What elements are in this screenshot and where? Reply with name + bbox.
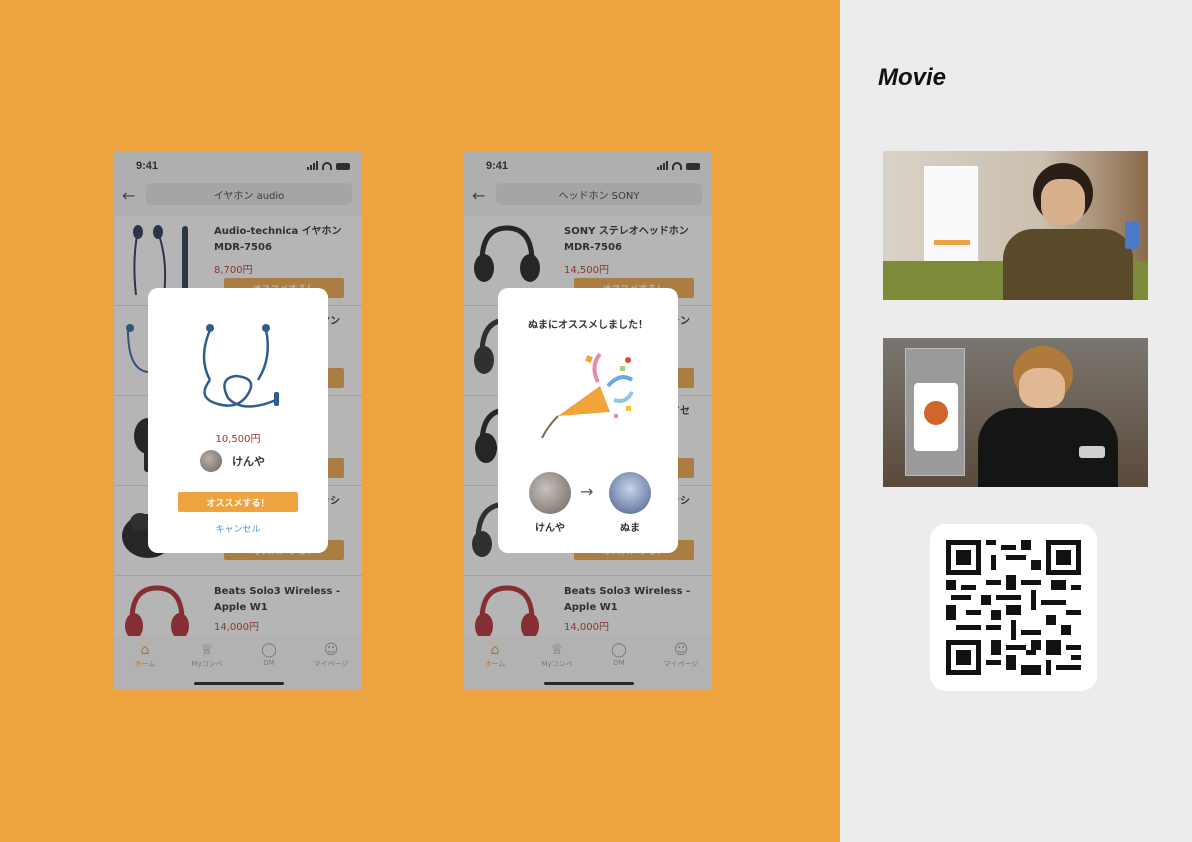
party-popper-icon — [541, 352, 634, 439]
recommend-confirm-button[interactable]: オススメする！ — [178, 492, 298, 512]
phone-screen-recommend-done: 9:41 ← ヘッドホン SONY SONY ステレオヘッドホン MDR-750… — [464, 152, 712, 690]
recommend-modal: 10,500円 けんや オススメする！ キャンセル — [148, 288, 328, 553]
receiver-user: ぬま — [608, 472, 652, 534]
app-screen-preview — [905, 348, 965, 476]
phone-in-hand — [1125, 221, 1139, 249]
sender-name: けんや — [535, 523, 565, 534]
cancel-link[interactable]: キャンセル — [148, 522, 328, 535]
modal-title: ぬまにオススメしました！ — [528, 320, 648, 331]
avatar — [529, 472, 571, 514]
arrow-right-icon: → — [580, 482, 594, 501]
modal-price: 10,500円 — [215, 434, 261, 445]
phone-in-hand — [1079, 446, 1105, 458]
qr-code-icon — [946, 540, 1081, 675]
modal-user: けんや — [200, 450, 265, 472]
person-body — [1003, 229, 1133, 300]
avatar — [200, 450, 222, 472]
qr-code-card[interactable] — [930, 524, 1097, 691]
avatar — [609, 472, 651, 514]
receiver-name: ぬま — [620, 523, 640, 534]
demo-video-thumbnail-1[interactable] — [883, 151, 1148, 300]
person-face — [1041, 179, 1085, 225]
phone-screen-recommend-modal: 9:41 ← イヤホン audio Audio-technica イヤホン MD… — [114, 152, 362, 690]
product-earphones-image — [202, 324, 279, 408]
recommend-complete-modal: ぬまにオススメしました！ けんや → ぬま — [498, 288, 678, 553]
movie-heading: Movie — [878, 64, 947, 91]
demo-video-thumbnail-2[interactable] — [883, 338, 1148, 487]
sender-user: けんや — [528, 472, 572, 534]
user-name: けんや — [232, 455, 265, 468]
person-face — [1019, 368, 1065, 408]
